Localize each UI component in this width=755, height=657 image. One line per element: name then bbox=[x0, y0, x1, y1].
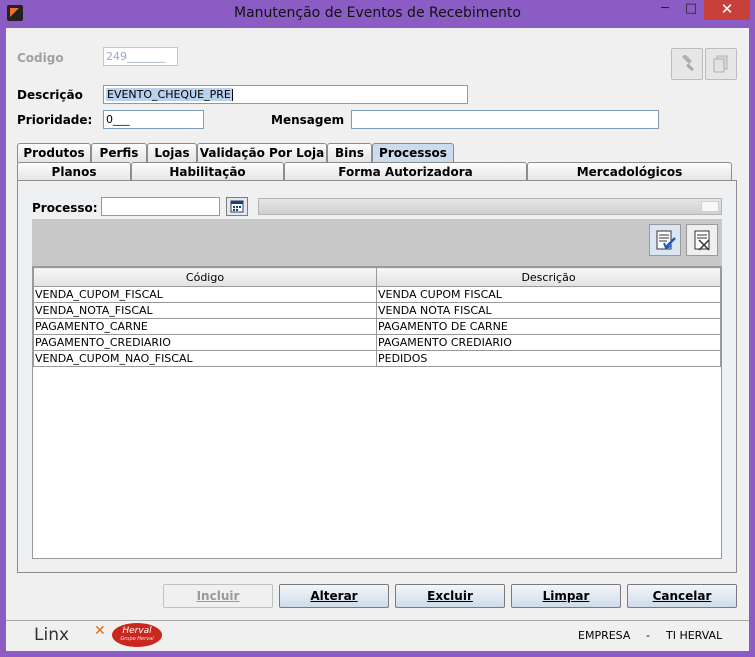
tab-bins[interactable]: Bins bbox=[327, 143, 372, 163]
cell-descricao: PEDIDOS bbox=[376, 350, 721, 367]
remove-document-icon bbox=[694, 230, 710, 251]
herval-logo-subtext: Grupo Herval bbox=[120, 636, 154, 642]
text-cursor bbox=[231, 89, 233, 101]
mensagem-label: Mensagem bbox=[271, 113, 345, 127]
tab-planos[interactable]: Planos bbox=[17, 162, 131, 182]
progress-bar bbox=[258, 198, 722, 215]
prioridade-label: Prioridade: bbox=[17, 113, 93, 127]
table-row[interactable]: PAGAMENTO_CARNE PAGAMENTO DE CARNE bbox=[33, 318, 721, 335]
linx-logo-mark: ✕ bbox=[94, 623, 106, 639]
table-row[interactable]: PAGAMENTO_CREDIARIO PAGAMENTO CREDIARIO bbox=[33, 334, 721, 351]
add-document-icon bbox=[656, 230, 676, 250]
tab-lojas[interactable]: Lojas bbox=[147, 143, 197, 163]
cell-codigo: VENDA_NOTA_FISCAL bbox=[33, 302, 377, 319]
codigo-label: Codigo bbox=[17, 51, 64, 65]
column-header-codigo[interactable]: Código bbox=[33, 267, 377, 287]
maximize-button[interactable]: □ bbox=[678, 0, 704, 20]
mensagem-field[interactable] bbox=[351, 110, 659, 129]
prioridade-field[interactable]: 0___ bbox=[103, 110, 204, 129]
minimize-button[interactable]: ─ bbox=[652, 0, 678, 20]
empresa-value: TI HERVAL bbox=[666, 629, 723, 642]
tab-produtos[interactable]: Produtos bbox=[17, 143, 91, 163]
form-panel: Codigo 249_______ Descrição EVENTO_CHEQU… bbox=[6, 28, 749, 651]
status-footer: Linx ✕ Herval Grupo Herval EMPRESA - TI … bbox=[6, 620, 749, 651]
linx-logo: Linx ✕ bbox=[34, 623, 106, 645]
cell-codigo: VENDA_CUPOM_FISCAL bbox=[33, 286, 377, 303]
empresa-label: EMPRESA bbox=[578, 629, 631, 642]
tab-processos[interactable]: Processos bbox=[372, 143, 454, 163]
close-button[interactable]: ✕ bbox=[704, 0, 750, 20]
flashlight-icon bbox=[682, 55, 694, 72]
window-title: Manutenção de Eventos de Recebimento bbox=[234, 5, 521, 21]
cell-descricao: PAGAMENTO CREDIARIO bbox=[376, 334, 721, 351]
cell-codigo: VENDA_CUPOM_NAO_FISCAL bbox=[33, 350, 377, 367]
processos-table: Código Descrição VENDA_CUPOM_FISCAL VEND… bbox=[32, 266, 722, 559]
linx-logo-text: Linx bbox=[34, 625, 70, 645]
document-icon bbox=[713, 55, 728, 73]
column-header-descricao[interactable]: Descrição bbox=[376, 267, 721, 287]
cell-descricao: PAGAMENTO DE CARNE bbox=[376, 318, 721, 335]
herval-logo: Herval Grupo Herval bbox=[112, 623, 162, 647]
cell-descricao: VENDA NOTA FISCAL bbox=[376, 302, 721, 319]
table-row[interactable]: VENDA_CUPOM_NAO_FISCAL PEDIDOS bbox=[33, 350, 721, 367]
calendar-icon bbox=[230, 200, 244, 213]
descricao-label: Descrição bbox=[17, 88, 83, 102]
alterar-label: Alterar bbox=[310, 589, 358, 603]
title-bar: Manutenção de Eventos de Recebimento ─ □… bbox=[0, 0, 755, 28]
table-row[interactable]: VENDA_CUPOM_FISCAL VENDA CUPOM FISCAL bbox=[33, 286, 721, 303]
cancelar-label: Cancelar bbox=[652, 589, 712, 603]
incluir-button[interactable]: Incluir bbox=[163, 584, 273, 608]
excluir-label: Excluir bbox=[427, 589, 473, 603]
codigo-field: 249_______ bbox=[103, 47, 178, 66]
cell-codigo: PAGAMENTO_CARNE bbox=[33, 318, 377, 335]
tab-forma-autorizadora[interactable]: Forma Autorizadora bbox=[284, 162, 527, 182]
descricao-field[interactable]: EVENTO_CHEQUE_PRE bbox=[103, 85, 468, 104]
calendar-search-button[interactable] bbox=[226, 197, 248, 216]
excluir-button[interactable]: Excluir bbox=[395, 584, 505, 608]
status-separator: - bbox=[646, 629, 650, 642]
cell-descricao: VENDA CUPOM FISCAL bbox=[376, 286, 721, 303]
tab-validacao-por-loja[interactable]: Validação Por Loja bbox=[197, 143, 327, 163]
tab-habilitacao[interactable]: Habilitação bbox=[131, 162, 284, 182]
limpar-button[interactable]: Limpar bbox=[511, 584, 621, 608]
alterar-button[interactable]: Alterar bbox=[279, 584, 389, 608]
add-item-button[interactable] bbox=[649, 224, 681, 256]
processos-panel: Processo: Código Descrição VENDA_CUPOM_F… bbox=[17, 180, 737, 573]
cell-codigo: PAGAMENTO_CREDIARIO bbox=[33, 334, 377, 351]
table-row[interactable]: VENDA_NOTA_FISCAL VENDA NOTA FISCAL bbox=[33, 302, 721, 319]
grid-toolbar bbox=[32, 219, 722, 266]
limpar-label: Limpar bbox=[542, 589, 590, 603]
cancelar-button[interactable]: Cancelar bbox=[627, 584, 737, 608]
remove-item-button[interactable] bbox=[686, 224, 718, 256]
search-tool-button[interactable] bbox=[671, 48, 703, 80]
descricao-value: EVENTO_CHEQUE_PRE bbox=[106, 88, 232, 101]
tab-mercadologicos[interactable]: Mercadológicos bbox=[527, 162, 732, 182]
tab-perfis[interactable]: Perfis bbox=[91, 143, 147, 163]
herval-logo-text: Herval bbox=[122, 626, 152, 636]
incluir-label: Incluir bbox=[196, 589, 240, 603]
processo-label: Processo: bbox=[32, 201, 98, 215]
copy-tool-button[interactable] bbox=[705, 48, 737, 80]
progress-indicator bbox=[701, 201, 719, 212]
processo-field[interactable] bbox=[101, 197, 220, 216]
